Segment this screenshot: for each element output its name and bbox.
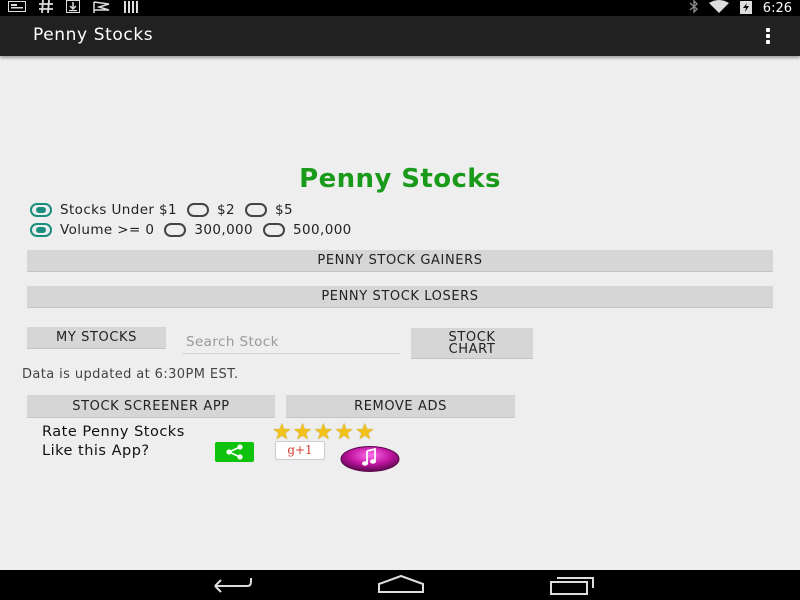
stock-chart-label-line2: CHART xyxy=(448,342,496,357)
price-option-label: Stocks Under $1 xyxy=(60,202,178,218)
star-icon[interactable]: ★ xyxy=(334,422,354,444)
share-icon xyxy=(226,444,243,460)
overflow-menu-icon[interactable] xyxy=(762,26,774,46)
rating-bar[interactable]: ★ ★ ★ ★ ★ xyxy=(272,422,375,444)
app-title: Penny Stocks xyxy=(33,25,154,45)
volume-option-label: 300,000 xyxy=(194,222,254,238)
status-bar: 6:26 xyxy=(0,0,800,16)
back-icon[interactable] xyxy=(207,574,253,600)
search-input[interactable] xyxy=(182,330,400,354)
rate-label: Rate Penny Stocks xyxy=(42,424,185,440)
volume-option-500k[interactable]: 500,000 xyxy=(263,222,352,238)
star-icon[interactable]: ★ xyxy=(293,422,313,444)
app-bar: Penny Stocks xyxy=(0,16,800,56)
price-filter-group: Stocks Under $1 $2 $5 xyxy=(30,201,303,219)
page-heading: Penny Stocks xyxy=(299,164,501,194)
barcode-icon xyxy=(124,0,140,16)
price-option-5[interactable]: $5 xyxy=(245,202,293,218)
remove-ads-button[interactable]: REMOVE ADS xyxy=(286,395,515,418)
battery-charging-icon xyxy=(739,0,753,17)
flag-icon xyxy=(93,0,111,16)
music-note-icon xyxy=(340,446,400,472)
navigation-bar xyxy=(0,570,800,600)
stock-screener-app-button[interactable]: STOCK SCREENER APP xyxy=(27,395,275,418)
price-option-1[interactable]: Stocks Under $1 xyxy=(30,202,177,218)
google-plus-one-button[interactable]: g+1 xyxy=(275,441,325,460)
volume-option-label: 500,000 xyxy=(293,222,352,238)
wifi-icon xyxy=(708,0,729,16)
status-time: 6:26 xyxy=(762,0,792,16)
star-icon[interactable]: ★ xyxy=(355,422,375,444)
radio-button[interactable] xyxy=(263,223,286,237)
update-note: Data is updated at 6:30PM EST. xyxy=(22,367,239,382)
star-icon[interactable]: ★ xyxy=(272,422,292,444)
radio-button-checked[interactable] xyxy=(30,223,52,237)
radio-button[interactable] xyxy=(245,203,268,217)
penny-stock-gainers-button[interactable]: PENNY STOCK GAINERS xyxy=(27,250,773,272)
volume-option-300k[interactable]: 300,000 xyxy=(164,222,253,238)
radio-button[interactable] xyxy=(187,203,210,217)
my-stocks-button[interactable]: MY STOCKS xyxy=(27,327,166,349)
bluetooth-icon xyxy=(689,0,699,16)
penny-stock-losers-button[interactable]: PENNY STOCK LOSERS xyxy=(27,286,773,308)
stock-chart-button[interactable]: STOCK CHART xyxy=(411,328,533,359)
radio-button-checked[interactable] xyxy=(30,203,52,217)
radio-button[interactable] xyxy=(164,223,187,237)
notification-card-icon xyxy=(8,1,26,15)
home-icon[interactable] xyxy=(377,574,425,600)
price-option-label: $2 xyxy=(217,202,236,218)
like-label: Like this App? xyxy=(42,443,150,459)
download-icon xyxy=(66,0,80,16)
volume-option-label: Volume >= 0 xyxy=(60,222,155,238)
recent-apps-icon[interactable] xyxy=(549,574,595,600)
hashtag-icon xyxy=(39,0,53,16)
price-option-2[interactable]: $2 xyxy=(187,202,235,218)
music-app-button[interactable] xyxy=(340,444,400,472)
volume-filter-group: Volume >= 0 300,000 500,000 xyxy=(30,221,362,239)
star-icon[interactable]: ★ xyxy=(313,422,333,444)
price-option-label: $5 xyxy=(275,202,293,218)
volume-option-0[interactable]: Volume >= 0 xyxy=(30,222,154,238)
share-button[interactable] xyxy=(215,442,254,462)
